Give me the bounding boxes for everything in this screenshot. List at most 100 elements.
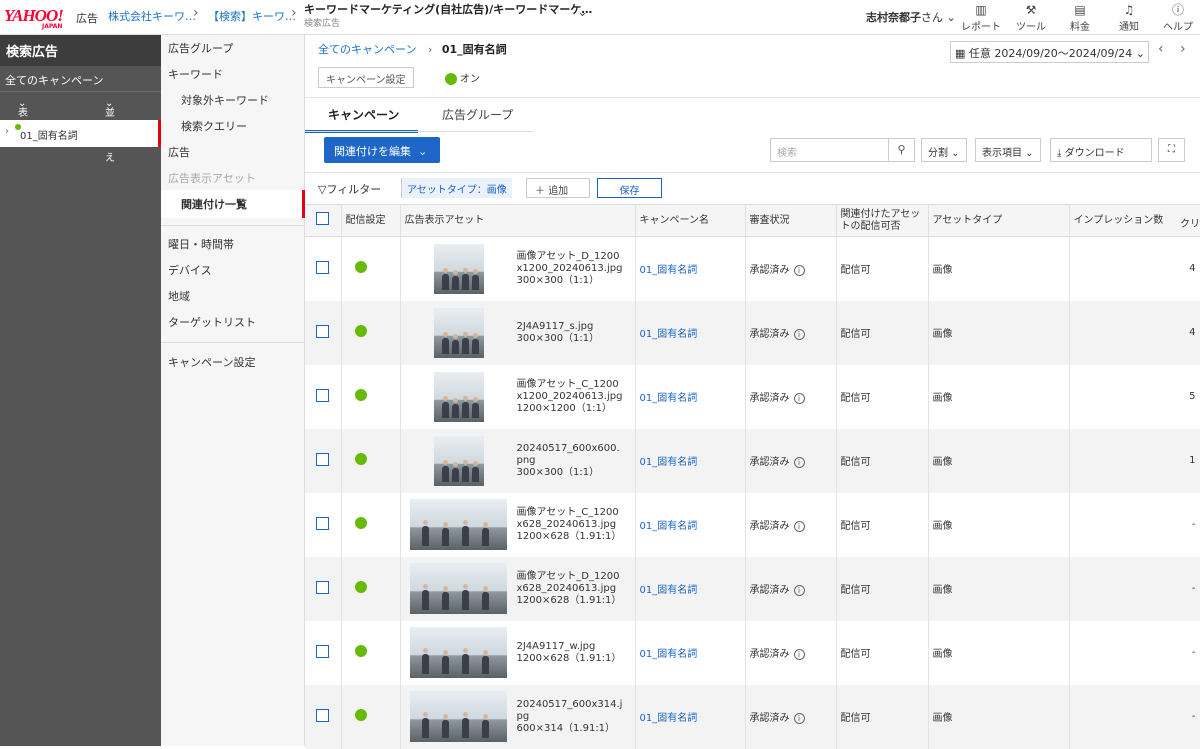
all-campaigns-link[interactable]: 全てのキャンペーン — [0, 66, 161, 92]
row-asset-type-cell: 画像 — [928, 300, 1070, 365]
save-button[interactable]: 保存 — [597, 178, 662, 198]
asset-thumbnail[interactable] — [410, 691, 507, 742]
subnav-devices[interactable]: デバイス — [168, 262, 212, 278]
header-asset-type[interactable]: アセットタイプ — [928, 204, 1070, 237]
sort-dropdown[interactable]: 並べ替え ⌄ — [105, 98, 115, 164]
columns-button[interactable]: 表示項目 ⌄ — [975, 138, 1041, 162]
info-icon[interactable]: i — [793, 649, 805, 660]
subnav-associations[interactable]: 関連付け一覧 — [181, 196, 247, 212]
nav-tools[interactable]: ⚒ ツール — [1009, 2, 1053, 33]
subnav-schedule[interactable]: 曜日・時間帯 — [168, 236, 234, 252]
asset-thumbnail[interactable] — [433, 371, 484, 422]
subnav-ad-groups[interactable]: 広告グループ — [168, 40, 233, 56]
breadcrumb-account[interactable]: 株式会社キーワ… — [108, 8, 196, 24]
campaign-item[interactable]: › 01_固有名詞 — [0, 120, 161, 147]
row-checkbox[interactable] — [316, 708, 329, 722]
status-dot[interactable] — [354, 517, 367, 529]
display-filter-dropdown[interactable]: 表示：全て ⌄ — [18, 98, 38, 149]
campaign-link[interactable]: 01_固有名詞 — [640, 713, 698, 724]
download-button[interactable]: ⤓ ダウンロード — [1050, 138, 1152, 162]
campaign-link[interactable]: 01_固有名詞 — [640, 585, 698, 596]
status-dot[interactable] — [354, 581, 367, 593]
subnav-campaign-settings[interactable]: キャンペーン設定 — [168, 354, 255, 370]
status-dot[interactable] — [354, 325, 367, 337]
subnav-keywords[interactable]: キーワード — [168, 66, 223, 82]
info-icon[interactable]: i — [793, 329, 805, 340]
subnav-search-queries[interactable]: 検索クエリー — [181, 118, 247, 134]
subnav-region[interactable]: 地域 — [168, 288, 190, 304]
row-review-cell: 承認済み i — [745, 300, 837, 365]
tab-campaign[interactable]: キャンペーン — [328, 106, 399, 123]
asset-thumbnail[interactable] — [433, 307, 484, 358]
status-dot[interactable] — [354, 389, 367, 401]
campaign-link[interactable]: 01_固有名詞 — [640, 265, 698, 276]
status-dot[interactable] — [354, 645, 367, 657]
edit-associations-button[interactable]: 関連付けを編集 ⌄ — [324, 137, 440, 163]
row-checkbox[interactable] — [316, 452, 329, 466]
breadcrumb-all-campaigns[interactable]: 全てのキャンペーン — [318, 43, 416, 56]
asset-thumbnail[interactable] — [410, 499, 507, 550]
asset-size: 1200×628（1.91:1） — [516, 594, 622, 606]
fullscreen-icon[interactable]: ⛶ — [1158, 138, 1185, 162]
campaign-title[interactable]: キーワードマーケティング(自社広告)/キーワードマーケ… — [304, 1, 592, 17]
info-icon[interactable]: i — [793, 457, 805, 468]
row-checkbox[interactable] — [316, 644, 329, 658]
subnav-ad-assets[interactable]: 広告表示アセット — [168, 170, 256, 186]
info-icon[interactable]: i — [793, 393, 805, 404]
filter-chip-asset-type[interactable]: アセットタイプ：画像 — [401, 178, 512, 198]
info-icon[interactable]: i — [793, 585, 805, 596]
search-icon[interactable]: ⚲ — [888, 138, 915, 162]
thumbnail-wrap — [405, 435, 513, 486]
yahoo-logo[interactable]: YAHOO! JAPAN 広告 — [4, 6, 98, 30]
info-icon[interactable]: i — [793, 713, 805, 724]
chevron-right-icon: › — [427, 43, 433, 56]
asset-thumbnail[interactable] — [410, 627, 507, 678]
campaign-link[interactable]: 01_固有名詞 — [640, 329, 698, 340]
select-all-checkbox[interactable] — [316, 212, 329, 225]
header-review[interactable]: 審査状況 — [745, 204, 837, 237]
status-dot[interactable] — [354, 709, 367, 721]
user-menu[interactable]: 志村奈都子さん ⌄ — [866, 9, 956, 25]
split-button[interactable]: 分割 ⌄ — [921, 138, 967, 162]
asset-thumbnail[interactable] — [433, 243, 484, 294]
asset-thumbnail[interactable] — [410, 563, 507, 614]
header-asset[interactable]: 広告表示アセット — [400, 204, 636, 237]
subnav-ads[interactable]: 広告 — [168, 144, 190, 160]
nav-billing[interactable]: ▤ 料金 — [1058, 2, 1102, 33]
breadcrumb-account-type[interactable]: 【検索】キーワ… — [208, 8, 296, 24]
info-icon[interactable]: i — [793, 265, 805, 277]
campaign-link[interactable]: 01_固有名詞 — [640, 649, 698, 660]
prev-date-button[interactable]: ‹ — [1158, 41, 1164, 57]
row-checkbox[interactable] — [316, 580, 329, 594]
header-clicks[interactable]: クリ — [1176, 204, 1200, 237]
chevron-right-icon[interactable]: › — [5, 126, 9, 137]
subnav-target-list[interactable]: ターゲットリスト — [168, 314, 256, 330]
chevron-down-icon[interactable]: ⌄ — [577, 5, 588, 20]
campaign-settings-button[interactable]: キャンペーン設定 — [318, 67, 414, 88]
date-range-picker[interactable]: ▦ 任意 2024/09/20〜2024/09/24 ⌄ — [950, 41, 1149, 63]
user-suffix: さん — [921, 11, 943, 24]
row-checkbox[interactable] — [316, 260, 329, 274]
tab-ad-group[interactable]: 広告グループ — [442, 106, 513, 123]
asset-thumbnail[interactable] — [433, 435, 484, 486]
add-button[interactable]: ＋ 追加 — [526, 178, 590, 198]
nav-help[interactable]: ⓘ ヘルプ — [1156, 2, 1200, 33]
header-deliverability[interactable]: 関連付けたアセットの配信可否 — [836, 204, 929, 237]
subnav-negative-keywords[interactable]: 対象外キーワード — [181, 92, 269, 108]
filter-button[interactable]: ▽フィルター — [318, 181, 381, 197]
next-date-button[interactable]: › — [1180, 41, 1186, 57]
row-checkbox[interactable] — [316, 516, 329, 530]
nav-report[interactable]: ▥ レポート — [959, 2, 1003, 33]
row-checkbox[interactable] — [316, 324, 329, 338]
header-campaign[interactable]: キャンペーン名 — [635, 204, 746, 237]
info-icon[interactable]: i — [793, 521, 805, 532]
status-toggle[interactable]: オン — [445, 70, 480, 85]
status-dot[interactable] — [354, 261, 367, 274]
status-dot[interactable] — [354, 453, 367, 465]
header-delivery[interactable]: 配信設定 — [341, 204, 401, 237]
row-checkbox[interactable] — [316, 388, 329, 402]
nav-notifications[interactable]: ♫ 通知 — [1107, 2, 1151, 33]
campaign-link[interactable]: 01_固有名詞 — [640, 457, 698, 468]
campaign-link[interactable]: 01_固有名詞 — [640, 521, 698, 532]
campaign-link[interactable]: 01_固有名詞 — [640, 393, 698, 404]
